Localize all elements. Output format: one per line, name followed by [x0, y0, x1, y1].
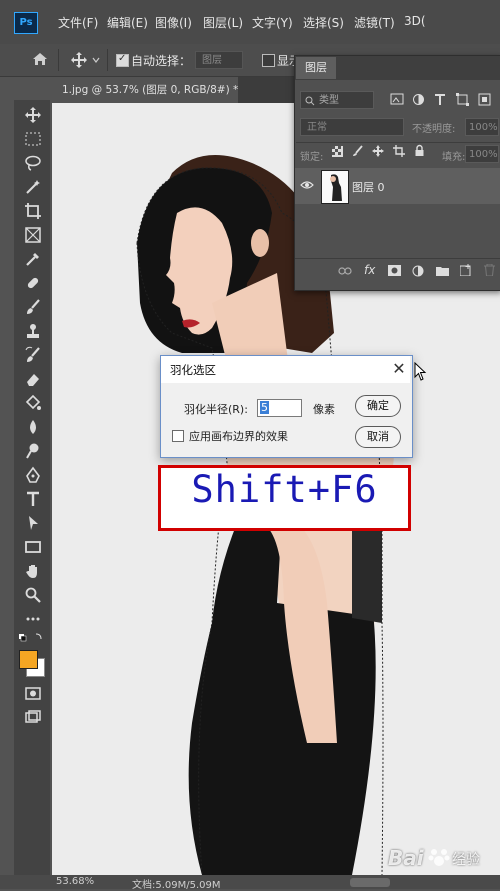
- type-icon[interactable]: [24, 490, 42, 508]
- rectangle-icon[interactable]: [24, 538, 42, 556]
- move-icon[interactable]: [24, 106, 42, 124]
- divider: [295, 258, 500, 259]
- screen-mode-icon[interactable]: [24, 708, 42, 726]
- clone-stamp-icon[interactable]: [24, 322, 42, 340]
- divider: [58, 49, 59, 71]
- chevron-down-icon[interactable]: [92, 56, 100, 64]
- fill-field[interactable]: 100%: [465, 145, 499, 163]
- marquee-icon[interactable]: [24, 130, 42, 148]
- lasso-icon[interactable]: [24, 154, 42, 172]
- auto-select-label: 自动选择：: [131, 54, 192, 68]
- swap-colors-icon[interactable]: [18, 632, 44, 644]
- eraser-icon[interactable]: [24, 370, 42, 388]
- add-mask-icon[interactable]: [388, 265, 401, 276]
- divider: [296, 142, 500, 143]
- baidu-watermark: Bai 经验: [388, 842, 488, 872]
- filter-pixel-icon[interactable]: [390, 93, 404, 105]
- lock-image-icon[interactable]: [352, 145, 364, 157]
- photoshop-logo: Ps: [14, 12, 38, 34]
- lock-artboard-icon[interactable]: [393, 145, 405, 157]
- filter-shape-icon[interactable]: [456, 93, 469, 106]
- status-bar: 53.68% 文档:5.09M/5.09M: [0, 875, 500, 891]
- show-transform-checkbox[interactable]: [262, 54, 275, 67]
- layer-filter-dropdown[interactable]: 类型: [300, 91, 374, 109]
- filter-adjustment-icon[interactable]: [412, 93, 425, 106]
- move-tool-icon[interactable]: [70, 51, 88, 69]
- fill-label: 填充:: [442, 152, 466, 163]
- crop-icon[interactable]: [24, 202, 42, 220]
- eyedropper-icon[interactable]: [24, 250, 42, 268]
- cursor-icon: [414, 362, 427, 381]
- pixel-unit-label: 像素: [313, 403, 335, 416]
- history-brush-icon[interactable]: [24, 346, 42, 364]
- apply-canvas-bounds-checkbox[interactable]: [172, 430, 184, 442]
- lock-all-icon[interactable]: [414, 144, 425, 157]
- filter-type-icon[interactable]: [434, 93, 446, 106]
- document-tab[interactable]: 1.jpg @ 53.7% (图层 0, RGB/8#) *: [50, 77, 238, 103]
- lock-position-icon[interactable]: [372, 145, 384, 157]
- foreground-color-swatch[interactable]: [19, 650, 38, 669]
- menu-image[interactable]: 图像(I): [155, 14, 192, 31]
- paint-bucket-icon[interactable]: [24, 394, 42, 412]
- layer-name[interactable]: 图层 0: [352, 179, 385, 195]
- paw-icon: [428, 849, 450, 866]
- watermark-text: Bai: [388, 846, 424, 870]
- magic-wand-icon[interactable]: [24, 178, 42, 196]
- pen-icon[interactable]: [24, 466, 42, 484]
- blend-mode-dropdown[interactable]: 正常: [300, 118, 404, 136]
- auto-select-checkbox[interactable]: [116, 53, 129, 67]
- menu-edit[interactable]: 编辑(E): [107, 14, 148, 31]
- link-layers-icon[interactable]: [338, 266, 352, 276]
- close-icon[interactable]: ✕: [390, 360, 408, 378]
- divider: [107, 49, 108, 71]
- zoom-icon[interactable]: [24, 586, 42, 604]
- menu-file[interactable]: 文件(F): [58, 14, 98, 31]
- menu-layer[interactable]: 图层(L): [203, 14, 243, 31]
- path-selection-icon[interactable]: [24, 514, 42, 532]
- healing-brush-icon[interactable]: [24, 274, 42, 292]
- layer-filter-label: 类型: [319, 95, 339, 106]
- menu-3d[interactable]: 3D(: [404, 14, 426, 28]
- brush-icon[interactable]: [24, 298, 42, 316]
- cancel-button[interactable]: 取消: [355, 426, 401, 448]
- group-folder-icon[interactable]: [436, 265, 449, 276]
- auto-select-dropdown[interactable]: 图层: [195, 51, 243, 69]
- horizontal-scrollbar[interactable]: [350, 878, 390, 887]
- new-layer-icon[interactable]: [460, 264, 472, 276]
- menu-type[interactable]: 文字(Y): [252, 14, 293, 31]
- opacity-label: 不透明度:: [412, 124, 456, 135]
- lock-label: 锁定:: [300, 152, 324, 163]
- search-icon: [305, 96, 315, 106]
- menu-filter[interactable]: 滤镜(T): [354, 14, 395, 31]
- blur-icon[interactable]: [24, 418, 42, 436]
- delete-layer-icon[interactable]: [484, 264, 495, 276]
- shortcut-text: Shift+F6: [191, 468, 378, 511]
- feather-radius-label: 羽化半径(R):: [184, 403, 248, 416]
- dialog-title: 羽化选区: [170, 363, 216, 377]
- lock-transparent-icon[interactable]: [332, 146, 343, 157]
- document-tab-title: 1.jpg @ 53.7% (图层 0, RGB/8#) *: [62, 84, 239, 96]
- layer-thumbnail: [321, 170, 349, 204]
- dodge-icon[interactable]: [24, 442, 42, 460]
- filter-smart-object-icon[interactable]: [478, 93, 491, 106]
- quick-mask-icon[interactable]: [24, 684, 42, 702]
- layer-style-button[interactable]: fx: [364, 263, 375, 277]
- home-icon[interactable]: [32, 52, 48, 66]
- zoom-level[interactable]: 53.68%: [56, 876, 94, 887]
- adjustment-layer-icon[interactable]: [412, 265, 424, 277]
- more-tools-icon[interactable]: [24, 610, 42, 628]
- frame-icon[interactable]: [24, 226, 42, 244]
- feather-radius-value: 5: [260, 401, 269, 414]
- apply-canvas-bounds-label: 应用画布边界的效果: [189, 430, 288, 443]
- feather-radius-input[interactable]: 5: [257, 399, 302, 417]
- eye-icon[interactable]: [300, 180, 314, 190]
- watermark-text-2: 经验: [452, 852, 480, 868]
- hand-icon[interactable]: [24, 562, 42, 580]
- opacity-field[interactable]: 100%: [465, 118, 499, 136]
- layers-tab[interactable]: 图层: [296, 57, 336, 79]
- ok-button[interactable]: 确定: [355, 395, 401, 417]
- menu-select[interactable]: 选择(S): [303, 14, 344, 31]
